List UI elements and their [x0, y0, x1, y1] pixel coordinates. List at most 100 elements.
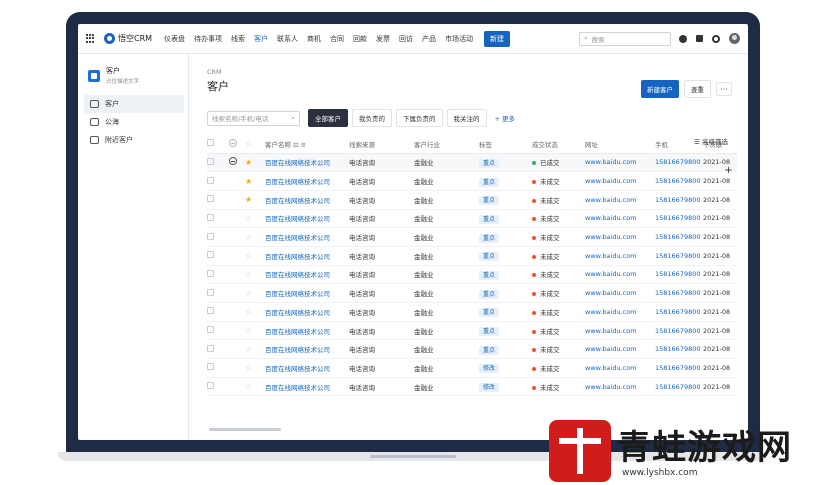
nav-item[interactable]: 待办事项 [194, 34, 222, 44]
add-column-icon[interactable]: + [723, 166, 734, 177]
phone-link[interactable]: 15816679800 [655, 364, 701, 372]
table-row[interactable]: ☆ 百度在线网络技术公司 电话咨询 金融业 重点 未成交 www.baidu.com 1581… [207, 339, 737, 360]
website-link[interactable]: www.baidu.com [585, 308, 637, 316]
table-row[interactable]: ☆ 百度在线网络技术公司 电话咨询 金融业 重点 未成交 www.baidu.com 1581… [207, 321, 737, 341]
filter-chip[interactable]: 下属负责的 [396, 109, 443, 127]
website-link[interactable]: www.baidu.com [585, 214, 637, 222]
table-row[interactable]: ☆ 百度在线网络技术公司 电话咨询 金融业 重点 未成交 www.baidu.com 1581… [207, 283, 737, 303]
phone-link[interactable]: 15816679800 [655, 233, 701, 241]
nav-item[interactable]: 仪表盘 [164, 34, 185, 44]
row-checkbox[interactable] [207, 363, 214, 371]
customer-name-link[interactable]: 百度在线网络技术公司 [265, 215, 330, 223]
phone-link[interactable]: 15816679800 [655, 270, 701, 278]
star-icon[interactable]: ☆ [245, 214, 252, 223]
horizontal-scrollbar[interactable] [209, 428, 281, 431]
row-checkbox[interactable] [207, 157, 214, 165]
nav-item[interactable]: 合同 [330, 34, 344, 44]
star-icon[interactable]: ☆ [245, 382, 252, 391]
nav-item[interactable]: 回款 [353, 34, 367, 44]
more-actions-button[interactable]: ··· [716, 82, 732, 96]
star-icon[interactable]: ☆ [245, 270, 252, 279]
filter-icon[interactable]: ≡ [301, 141, 306, 149]
row-checkbox[interactable] [207, 213, 214, 221]
nav-item[interactable]: 商机 [307, 34, 321, 44]
phone-link[interactable]: 15816679800 [655, 196, 701, 204]
row-checkbox[interactable] [207, 382, 214, 390]
column-header[interactable]: 客户名称 ⊡ ≡ [265, 135, 349, 154]
new-customer-button[interactable]: 新建客户 [641, 80, 679, 98]
website-link[interactable]: www.baidu.com [585, 270, 637, 278]
column-header[interactable]: 网址 [585, 135, 655, 154]
website-link[interactable]: www.baidu.com [585, 345, 637, 353]
nav-item[interactable]: 发票 [376, 34, 390, 44]
website-link[interactable]: www.baidu.com [585, 252, 637, 260]
select-all-checkbox[interactable] [207, 139, 214, 147]
table-row[interactable]: ★ 百度在线网络技术公司 电话咨询 金融业 重点 未成交 www.baidu.com 1581… [207, 171, 737, 191]
phone-link[interactable]: 15816679800 [655, 327, 701, 335]
customer-name-link[interactable]: 百度在线网络技术公司 [265, 159, 330, 167]
customer-name-link[interactable]: 百度在线网络技术公司 [265, 346, 330, 354]
more-filters-link[interactable]: + 更多 [495, 113, 516, 123]
customer-name-link[interactable]: 百度在线网络技术公司 [265, 290, 330, 298]
phone-link[interactable]: 15816679800 [655, 158, 701, 166]
star-icon[interactable]: ☆ [245, 363, 252, 372]
nav-item[interactable]: 产品 [422, 34, 436, 44]
phone-link[interactable]: 15816679800 [655, 177, 701, 185]
table-row[interactable]: ☆ 百度在线网络技术公司 电话咨询 金融业 重点 未成交 www.baidu.com 1581… [207, 246, 737, 266]
sidebar-item[interactable]: 附近客户 [84, 131, 184, 149]
customer-name-link[interactable]: 百度在线网络技术公司 [265, 234, 330, 242]
website-link[interactable]: www.baidu.com [585, 233, 637, 241]
advanced-filter-button[interactable]: ☰ 高级筛选 [694, 136, 728, 146]
column-header[interactable]: 标签 [479, 135, 532, 154]
collapse-icon[interactable] [229, 157, 237, 166]
table-row[interactable]: ☆ 百度在线网络技术公司 电话咨询 金融业 重点 未成交 www.baidu.com 1581… [207, 302, 737, 322]
dedupe-button[interactable]: 查重 [684, 80, 711, 98]
star-icon[interactable]: ☆ [245, 307, 252, 316]
phone-link[interactable]: 15816679800 [655, 252, 701, 260]
global-search-input[interactable]: ⌕ 搜索 [579, 31, 671, 46]
row-checkbox[interactable] [207, 344, 214, 352]
star-filled-icon[interactable]: ★ [245, 158, 252, 167]
nav-item[interactable]: 客户 [254, 34, 268, 44]
customer-name-link[interactable]: 百度在线网络技术公司 [265, 365, 330, 373]
app-grid-icon[interactable] [86, 33, 96, 44]
star-icon[interactable]: ☆ [245, 289, 252, 298]
table-row[interactable]: ☆ 百度在线网络技术公司 电话咨询 金融业 修改 未成交 www.baidu.com 1581… [207, 377, 737, 397]
customer-name-link[interactable]: 百度在线网络技术公司 [265, 253, 330, 261]
avatar[interactable] [729, 33, 740, 44]
column-header[interactable]: 成交状态 [532, 135, 585, 154]
phone-link[interactable]: 15816679800 [655, 308, 701, 316]
customer-name-link[interactable]: 百度在线网络技术公司 [265, 271, 330, 279]
breadcrumb[interactable]: CRM [207, 68, 748, 76]
row-checkbox[interactable] [207, 251, 214, 259]
filter-chip[interactable]: 全部客户 [308, 109, 348, 127]
website-link[interactable]: www.baidu.com [585, 364, 637, 372]
phone-link[interactable]: 15816679800 [655, 383, 701, 391]
customer-search-input[interactable]: 线索名称/手机/电话 ⌕ [207, 110, 300, 126]
website-link[interactable]: www.baidu.com [585, 289, 637, 297]
filter-chip[interactable]: 我负责的 [352, 109, 392, 127]
sidebar-item[interactable]: 公海 [84, 113, 184, 131]
table-row[interactable]: ★ 百度在线网络技术公司 电话咨询 金融业 重点 未成交 www.baidu.com 1581… [207, 190, 737, 210]
table-row[interactable]: ☆ 百度在线网络技术公司 电话咨询 金融业 重点 未成交 www.baidu.com 1581… [207, 227, 737, 247]
app-logo[interactable]: 悟空CRM [104, 33, 152, 44]
sound-icon[interactable] [696, 35, 703, 42]
table-row[interactable]: ☆ 百度在线网络技术公司 电话咨询 金融业 修改 未成交 www.baidu.com 1581… [207, 358, 737, 378]
phone-link[interactable]: 15816679800 [655, 214, 701, 222]
customer-name-link[interactable]: 百度在线网络技术公司 [265, 328, 330, 336]
gear-icon[interactable] [712, 34, 720, 43]
sidebar-item[interactable]: 客户 [84, 95, 184, 113]
row-checkbox[interactable] [207, 269, 214, 277]
customer-name-link[interactable]: 百度在线网络技术公司 [265, 178, 330, 186]
row-checkbox[interactable] [207, 307, 214, 315]
row-checkbox[interactable] [207, 195, 214, 203]
lock-icon[interactable]: ⊡ [293, 141, 298, 149]
star-icon[interactable]: ☆ [245, 326, 252, 335]
phone-link[interactable]: 15816679800 [655, 289, 701, 297]
website-link[interactable]: www.baidu.com [585, 158, 637, 166]
table-row[interactable]: ★ 百度在线网络技术公司 电话咨询 金融业 重点 已成交 www.baidu.com 1581… [207, 153, 737, 173]
filter-chip[interactable]: 我关注的 [446, 109, 487, 127]
table-row[interactable]: ☆ 百度在线网络技术公司 电话咨询 金融业 重点 未成交 www.baidu.com 1581… [207, 209, 737, 229]
customer-name-link[interactable]: 百度在线网络技术公司 [265, 384, 330, 392]
nav-item[interactable]: 联系人 [277, 34, 298, 44]
